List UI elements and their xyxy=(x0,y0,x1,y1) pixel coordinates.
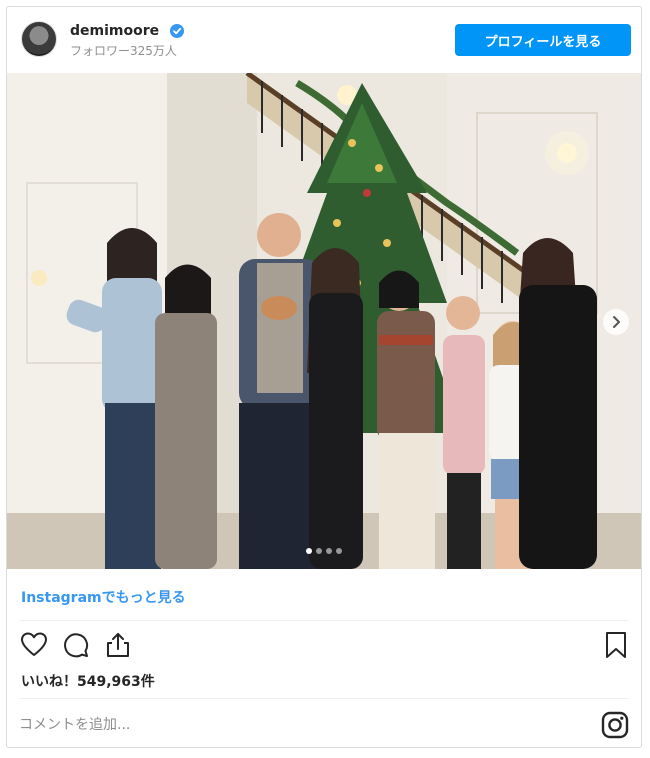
instagram-embed-card: demimoore フォロワー325万人 プロフィールを見る Instagram… xyxy=(6,6,642,748)
carousel-dot xyxy=(316,548,322,554)
chevron-right-icon xyxy=(613,316,620,328)
family-photo-image xyxy=(7,73,641,569)
bookmark-icon[interactable] xyxy=(601,630,631,660)
heart-icon[interactable] xyxy=(19,630,49,660)
post-photo[interactable] xyxy=(7,73,641,569)
carousel-indicator xyxy=(7,548,641,554)
avatar[interactable] xyxy=(21,21,57,57)
view-profile-button[interactable]: プロフィールを見る xyxy=(455,24,631,56)
post-header: demimoore フォロワー325万人 プロフィールを見る xyxy=(7,7,641,73)
carousel-dot xyxy=(336,548,342,554)
divider xyxy=(19,620,629,621)
comment-input[interactable] xyxy=(19,710,579,740)
follower-count: フォロワー325万人 xyxy=(70,44,177,58)
like-count: いいね！549,963件 xyxy=(21,674,155,690)
instagram-logo-icon[interactable] xyxy=(601,711,629,739)
carousel-dot xyxy=(326,548,332,554)
username[interactable]: demimoore xyxy=(70,23,159,39)
verified-badge-icon xyxy=(170,24,184,38)
carousel-next-button[interactable] xyxy=(603,309,629,335)
divider xyxy=(19,698,629,699)
view-more-on-instagram-link[interactable]: Instagramでもっと見る xyxy=(21,587,186,607)
carousel-dot xyxy=(306,548,312,554)
share-icon[interactable] xyxy=(103,630,133,660)
comment-icon[interactable] xyxy=(61,630,91,660)
